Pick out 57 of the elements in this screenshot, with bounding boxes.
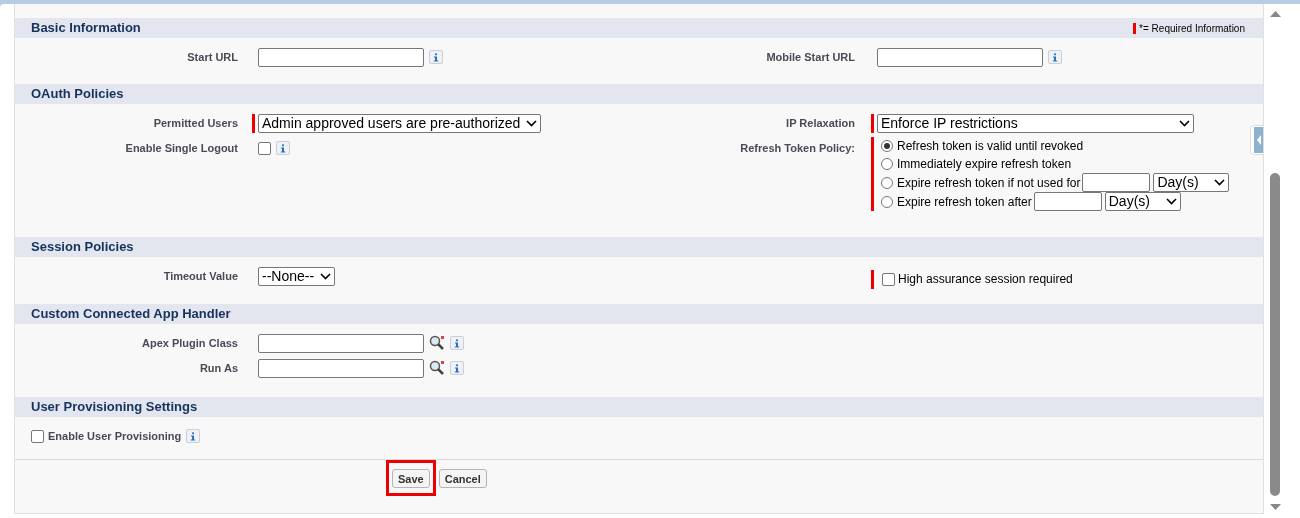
field-label: IP Relaxation — [785, 116, 856, 131]
caret-icon — [1165, 198, 1177, 205]
section-title: User Provisioning Settings — [31, 398, 198, 417]
checkbox-label: Enable User Provisioning — [48, 428, 182, 444]
section-title: Custom Connected App Handler — [31, 305, 231, 324]
section-title: Basic Information — [31, 19, 141, 38]
field-label: Mobile Start URL — [765, 50, 856, 65]
dropdown[interactable]: Day(s) — [1153, 173, 1230, 192]
radio-button[interactable] — [881, 195, 893, 208]
radio-button[interactable] — [881, 176, 893, 189]
checkbox[interactable] — [882, 272, 895, 286]
field-label: Timeout Value — [162, 269, 239, 284]
lookup-icon[interactable] — [429, 335, 445, 351]
form-button[interactable]: Save — [392, 469, 430, 489]
checkbox[interactable] — [31, 429, 44, 443]
dropdown[interactable]: Day(s) — [1104, 192, 1181, 211]
number-field[interactable] — [1033, 192, 1102, 211]
lookup-icon[interactable] — [429, 360, 445, 376]
field-label: Start URL — [186, 50, 239, 65]
legend-text: *= Required Information — [1139, 21, 1245, 36]
field-label: Enable Single Logout — [124, 141, 239, 156]
info-icon[interactable] — [1048, 50, 1062, 64]
field-label: Refresh Token Policy: — [739, 141, 856, 156]
section-title: OAuth Policies — [31, 85, 124, 104]
radio-button[interactable] — [881, 158, 893, 170]
text-field[interactable] — [877, 47, 1043, 67]
form-button[interactable]: Cancel — [438, 469, 487, 489]
collapse-icon — [1254, 127, 1263, 153]
required-marker — [1133, 22, 1137, 34]
caret-icon — [1179, 119, 1190, 127]
text-field[interactable] — [258, 358, 424, 378]
radio-label: Expire refresh token if not used for — [897, 174, 1081, 192]
info-icon[interactable] — [450, 336, 464, 350]
info-icon[interactable] — [276, 141, 290, 155]
info-icon[interactable] — [429, 50, 443, 64]
caret-icon — [320, 272, 332, 280]
field-label: Apex Plugin Class — [141, 336, 239, 351]
text-field[interactable] — [258, 333, 424, 353]
dropdown[interactable]: Admin approved users are pre-authorized — [258, 113, 542, 133]
radio-button[interactable] — [881, 140, 893, 152]
info-icon[interactable] — [186, 429, 201, 443]
dropdown[interactable]: --None-- — [258, 266, 336, 286]
info-icon[interactable] — [450, 361, 464, 375]
radio-label: Expire refresh token after — [897, 193, 1032, 211]
radio-label: Refresh token is valid until revoked — [897, 138, 1084, 155]
dropdown[interactable]: Enforce IP restrictions — [877, 113, 1194, 133]
caret-icon — [526, 119, 538, 127]
panel-toggle-handle[interactable] — [1250, 125, 1264, 155]
caret-icon — [1214, 179, 1226, 186]
field-label: Run As — [198, 361, 239, 376]
checkbox-label: High assurance session required — [898, 271, 1073, 288]
text-field[interactable] — [258, 47, 424, 67]
field-label: Permitted Users — [152, 116, 239, 131]
section-title: Session Policies — [31, 238, 134, 257]
number-field[interactable] — [1082, 173, 1151, 192]
radio-label: Immediately expire refresh token — [897, 156, 1072, 173]
checkbox[interactable] — [258, 141, 271, 155]
